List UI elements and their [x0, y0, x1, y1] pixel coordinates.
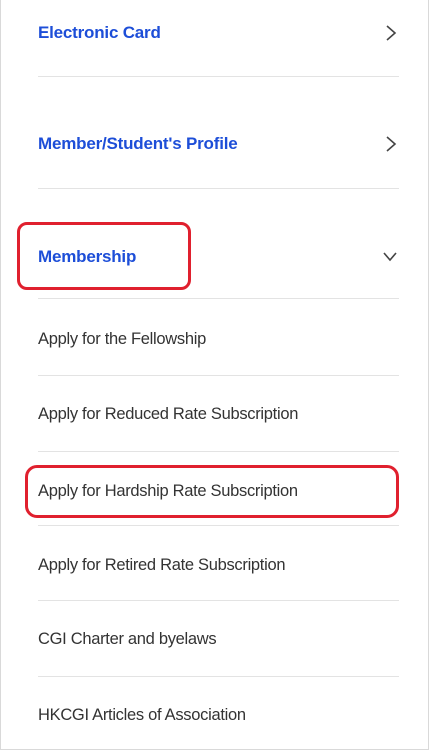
menu-item-label: Member/Student's Profile [38, 134, 238, 153]
submenu-item-apply-fellowship[interactable]: Apply for the Fellowship [38, 318, 399, 360]
submenu-item-label: CGI Charter and byelaws [38, 629, 217, 648]
submenu-item-label: HKCGI Articles of Association [38, 705, 246, 724]
divider [38, 76, 399, 77]
submenu-item-apply-retired-rate[interactable]: Apply for Retired Rate Subscription [38, 544, 399, 586]
divider [38, 600, 399, 601]
submenu-item-label: Apply for Reduced Rate Subscription [38, 404, 299, 423]
submenu-item-hkcgi-articles[interactable]: HKCGI Articles of Association [38, 694, 399, 736]
divider [38, 375, 399, 376]
side-menu: Electronic Card Member/Student's Profile… [0, 0, 429, 750]
divider [38, 676, 399, 677]
menu-item-label: Membership [38, 247, 137, 266]
divider [38, 188, 399, 189]
chevron-right-icon [386, 136, 397, 152]
menu-item-electronic-card[interactable]: Electronic Card [38, 14, 399, 52]
chevron-down-icon [383, 252, 397, 262]
menu-item-member-student-profile[interactable]: Member/Student's Profile [38, 124, 399, 164]
divider [38, 298, 399, 299]
menu-item-membership[interactable]: Membership [38, 236, 399, 278]
divider [38, 451, 399, 452]
divider [38, 525, 399, 526]
submenu-item-label: Apply for Hardship Rate Subscription [38, 481, 298, 500]
submenu-item-label: Apply for the Fellowship [38, 329, 206, 348]
submenu-item-cgi-charter[interactable]: CGI Charter and byelaws [38, 618, 399, 660]
submenu-item-label: Apply for Retired Rate Subscription [38, 555, 286, 574]
menu-item-label: Electronic Card [38, 23, 161, 42]
submenu-item-apply-reduced-rate[interactable]: Apply for Reduced Rate Subscription [38, 393, 399, 435]
chevron-right-icon [386, 25, 397, 41]
submenu-item-apply-hardship-rate[interactable]: Apply for Hardship Rate Subscription [38, 470, 399, 512]
